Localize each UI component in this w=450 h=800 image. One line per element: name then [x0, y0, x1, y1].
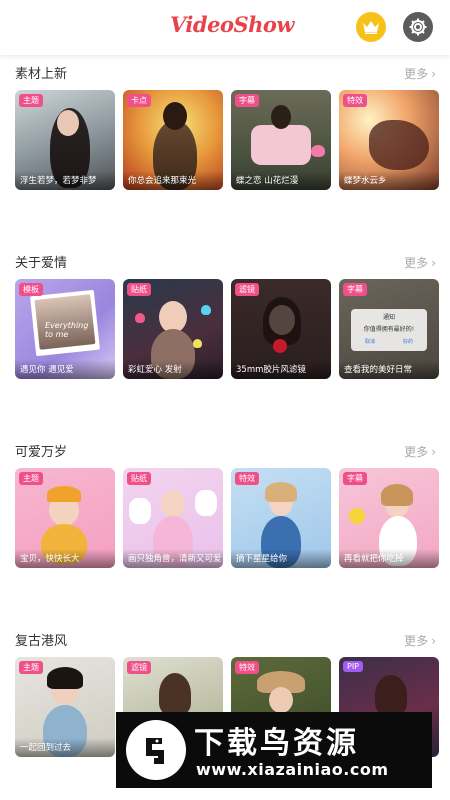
butterfly-shape: [311, 145, 325, 157]
card-tag: 特效: [343, 94, 367, 107]
card-caption: 查看我的美好日常: [339, 360, 439, 379]
chevron-right-icon: ›: [431, 66, 436, 81]
section-new-materials: 素材上新 更多 › 主题 浮生若梦，若梦非梦 卡点 你总会追来那束光 字幕 蝶之恋…: [0, 63, 450, 203]
card-tag: 卡点: [127, 94, 151, 107]
settings-button[interactable]: [403, 12, 433, 42]
section-title: 关于爱情: [15, 256, 68, 271]
portrait-face: [163, 102, 187, 130]
card-caption: 蝶之恋 山花烂漫: [231, 171, 331, 190]
more-label: 更多: [404, 67, 429, 81]
card-tag: 模板: [19, 283, 43, 296]
template-card[interactable]: 特效 蝶梦水云乡: [339, 90, 439, 190]
portrait-hair: [263, 297, 301, 345]
baby-hat: [47, 486, 81, 502]
notify-title: 通知: [382, 314, 395, 321]
more-link[interactable]: 更多 ›: [404, 443, 436, 460]
section-title: 素材上新: [15, 67, 68, 82]
more-link[interactable]: 更多 ›: [404, 65, 436, 82]
card-tag: PIP: [343, 661, 364, 672]
section-title: 复古港风: [15, 634, 68, 649]
card-tag: 滤镜: [235, 283, 259, 296]
card-caption: 你总会追来那束光: [123, 171, 223, 190]
template-card[interactable]: Everything to me 模板 遇见你 遇见爱: [15, 279, 115, 379]
gear-icon: [409, 18, 427, 36]
template-card[interactable]: 主题 一起回到过去: [15, 657, 115, 757]
portrait-face: [269, 687, 293, 713]
rose-shape: [273, 339, 287, 353]
card-caption: 画只独角兽，清新又可爱: [123, 549, 223, 568]
template-card[interactable]: 主题 浮生若梦，若梦非梦: [15, 90, 115, 190]
bird-logo-icon: [126, 720, 186, 780]
unicorn-sticker: [195, 490, 217, 516]
watermark-banner: 下载鸟资源 www.xiazainiao.com: [116, 712, 432, 788]
heart-sticker: [201, 305, 211, 315]
card-tag: 贴纸: [127, 283, 151, 296]
girl-face: [161, 490, 185, 518]
card-tag: 主题: [19, 94, 43, 107]
hands-shape: [369, 120, 429, 170]
card-tag: 贴纸: [127, 472, 151, 485]
card-caption: 再看就把你吃掉: [339, 549, 439, 568]
card-tag: 字幕: [235, 94, 259, 107]
card-caption: 彩虹爱心 发射: [123, 360, 223, 379]
more-link[interactable]: 更多 ›: [404, 632, 436, 649]
card-tag: 滤镜: [127, 661, 151, 674]
template-card[interactable]: 贴纸 彩虹爱心 发射: [123, 279, 223, 379]
portrait-figure: [251, 125, 311, 165]
notify-dialog: 通知 你值得拥有最好的! 取消 好的: [351, 309, 427, 351]
girl-hair: [381, 484, 413, 506]
heart-sticker: [135, 313, 145, 323]
pacman-sticker: [349, 508, 365, 524]
chevron-right-icon: ›: [431, 255, 436, 270]
card-tag: 字幕: [343, 472, 367, 485]
card-tag: 主题: [19, 661, 43, 674]
more-label: 更多: [404, 634, 429, 648]
chevron-right-icon: ›: [431, 444, 436, 459]
template-card[interactable]: 主题 宝贝，快快长大: [15, 468, 115, 568]
portrait-hair: [159, 673, 191, 715]
portrait-hair: [47, 667, 83, 689]
template-card[interactable]: 通知 你值得拥有最好的! 取消 好的 字幕 查看我的美好日常: [339, 279, 439, 379]
portrait-face: [271, 105, 291, 129]
template-card[interactable]: 字幕 蝶之恋 山花烂漫: [231, 90, 331, 190]
more-label: 更多: [404, 445, 429, 459]
card-caption: 浮生若梦，若梦非梦: [15, 171, 115, 190]
overlay-text: Everything to me: [45, 321, 89, 339]
girl-hair: [265, 482, 297, 502]
watermark-url: www.xiazainiao.com: [196, 760, 389, 779]
card-tag: 特效: [235, 472, 259, 485]
more-link[interactable]: 更多 ›: [404, 254, 436, 271]
card-caption: 蝶梦水云乡: [339, 171, 439, 190]
notify-cancel: 取消: [364, 339, 375, 345]
app-logo: VideoShow: [170, 12, 294, 37]
card-tag: 特效: [235, 661, 259, 674]
card-caption: 宝贝，快快长大: [15, 549, 115, 568]
watermark-title: 下载鸟资源: [194, 726, 359, 761]
section-title: 可爱万岁: [15, 445, 68, 460]
template-card[interactable]: 字幕 再看就把你吃掉: [339, 468, 439, 568]
heart-sticker: [193, 339, 202, 348]
template-card[interactable]: 特效 摘下星星给你: [231, 468, 331, 568]
vip-button[interactable]: [356, 12, 386, 42]
notify-body: 你值得拥有最好的!: [363, 326, 415, 333]
card-tag: 字幕: [343, 283, 367, 296]
crown-icon: [363, 21, 379, 34]
unicorn-sticker: [129, 498, 151, 524]
card-tag: 主题: [19, 472, 43, 485]
template-card[interactable]: 贴纸 画只独角兽，清新又可爱: [123, 468, 223, 568]
portrait-hair: [375, 675, 407, 715]
section-cute: 可爱万岁 更多 › 主题 宝贝，快快长大 贴纸 画只独角兽，清新又可爱 特效 摘下…: [0, 441, 450, 581]
portrait-face: [57, 110, 79, 136]
section-about-love: 关于爱情 更多 › Everything to me 模板 遇见你 遇见爱 贴纸 …: [0, 252, 450, 392]
card-caption: 摘下星星给你: [231, 549, 331, 568]
template-card[interactable]: 卡点 你总会追来那束光: [123, 90, 223, 190]
card-caption: 一起回到过去: [15, 738, 115, 757]
app-header: VideoShow: [0, 0, 450, 55]
chevron-right-icon: ›: [431, 633, 436, 648]
more-label: 更多: [404, 256, 429, 270]
card-caption: 遇见你 遇见爱: [15, 360, 115, 379]
card-caption: 35mm胶片风滤镜: [231, 360, 331, 379]
template-card[interactable]: 滤镜 35mm胶片风滤镜: [231, 279, 331, 379]
notify-ok: 好的: [402, 339, 413, 345]
